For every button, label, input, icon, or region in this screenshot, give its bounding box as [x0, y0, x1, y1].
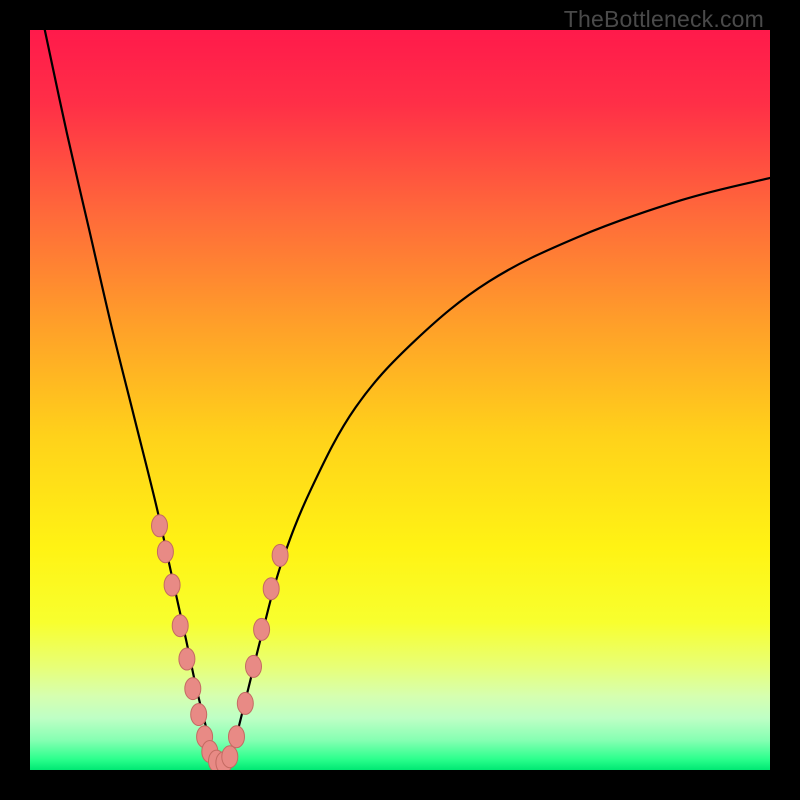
- marker-dot: [254, 618, 270, 640]
- marker-dot: [164, 574, 180, 596]
- marker-dot: [185, 678, 201, 700]
- marker-dot: [237, 692, 253, 714]
- marker-dot: [157, 541, 173, 563]
- bottleneck-curve: [45, 30, 770, 766]
- watermark-text: TheBottleneck.com: [564, 6, 764, 33]
- marker-dot: [222, 746, 238, 768]
- marker-dot: [191, 704, 207, 726]
- plot-area: [30, 30, 770, 770]
- marker-dot: [152, 515, 168, 537]
- marker-dot: [246, 655, 262, 677]
- marker-dot: [172, 615, 188, 637]
- marker-dot: [229, 726, 245, 748]
- highlight-markers: [152, 515, 289, 770]
- marker-dot: [263, 578, 279, 600]
- chart-frame: TheBottleneck.com: [0, 0, 800, 800]
- marker-dot: [272, 544, 288, 566]
- marker-dot: [179, 648, 195, 670]
- chart-svg: [30, 30, 770, 770]
